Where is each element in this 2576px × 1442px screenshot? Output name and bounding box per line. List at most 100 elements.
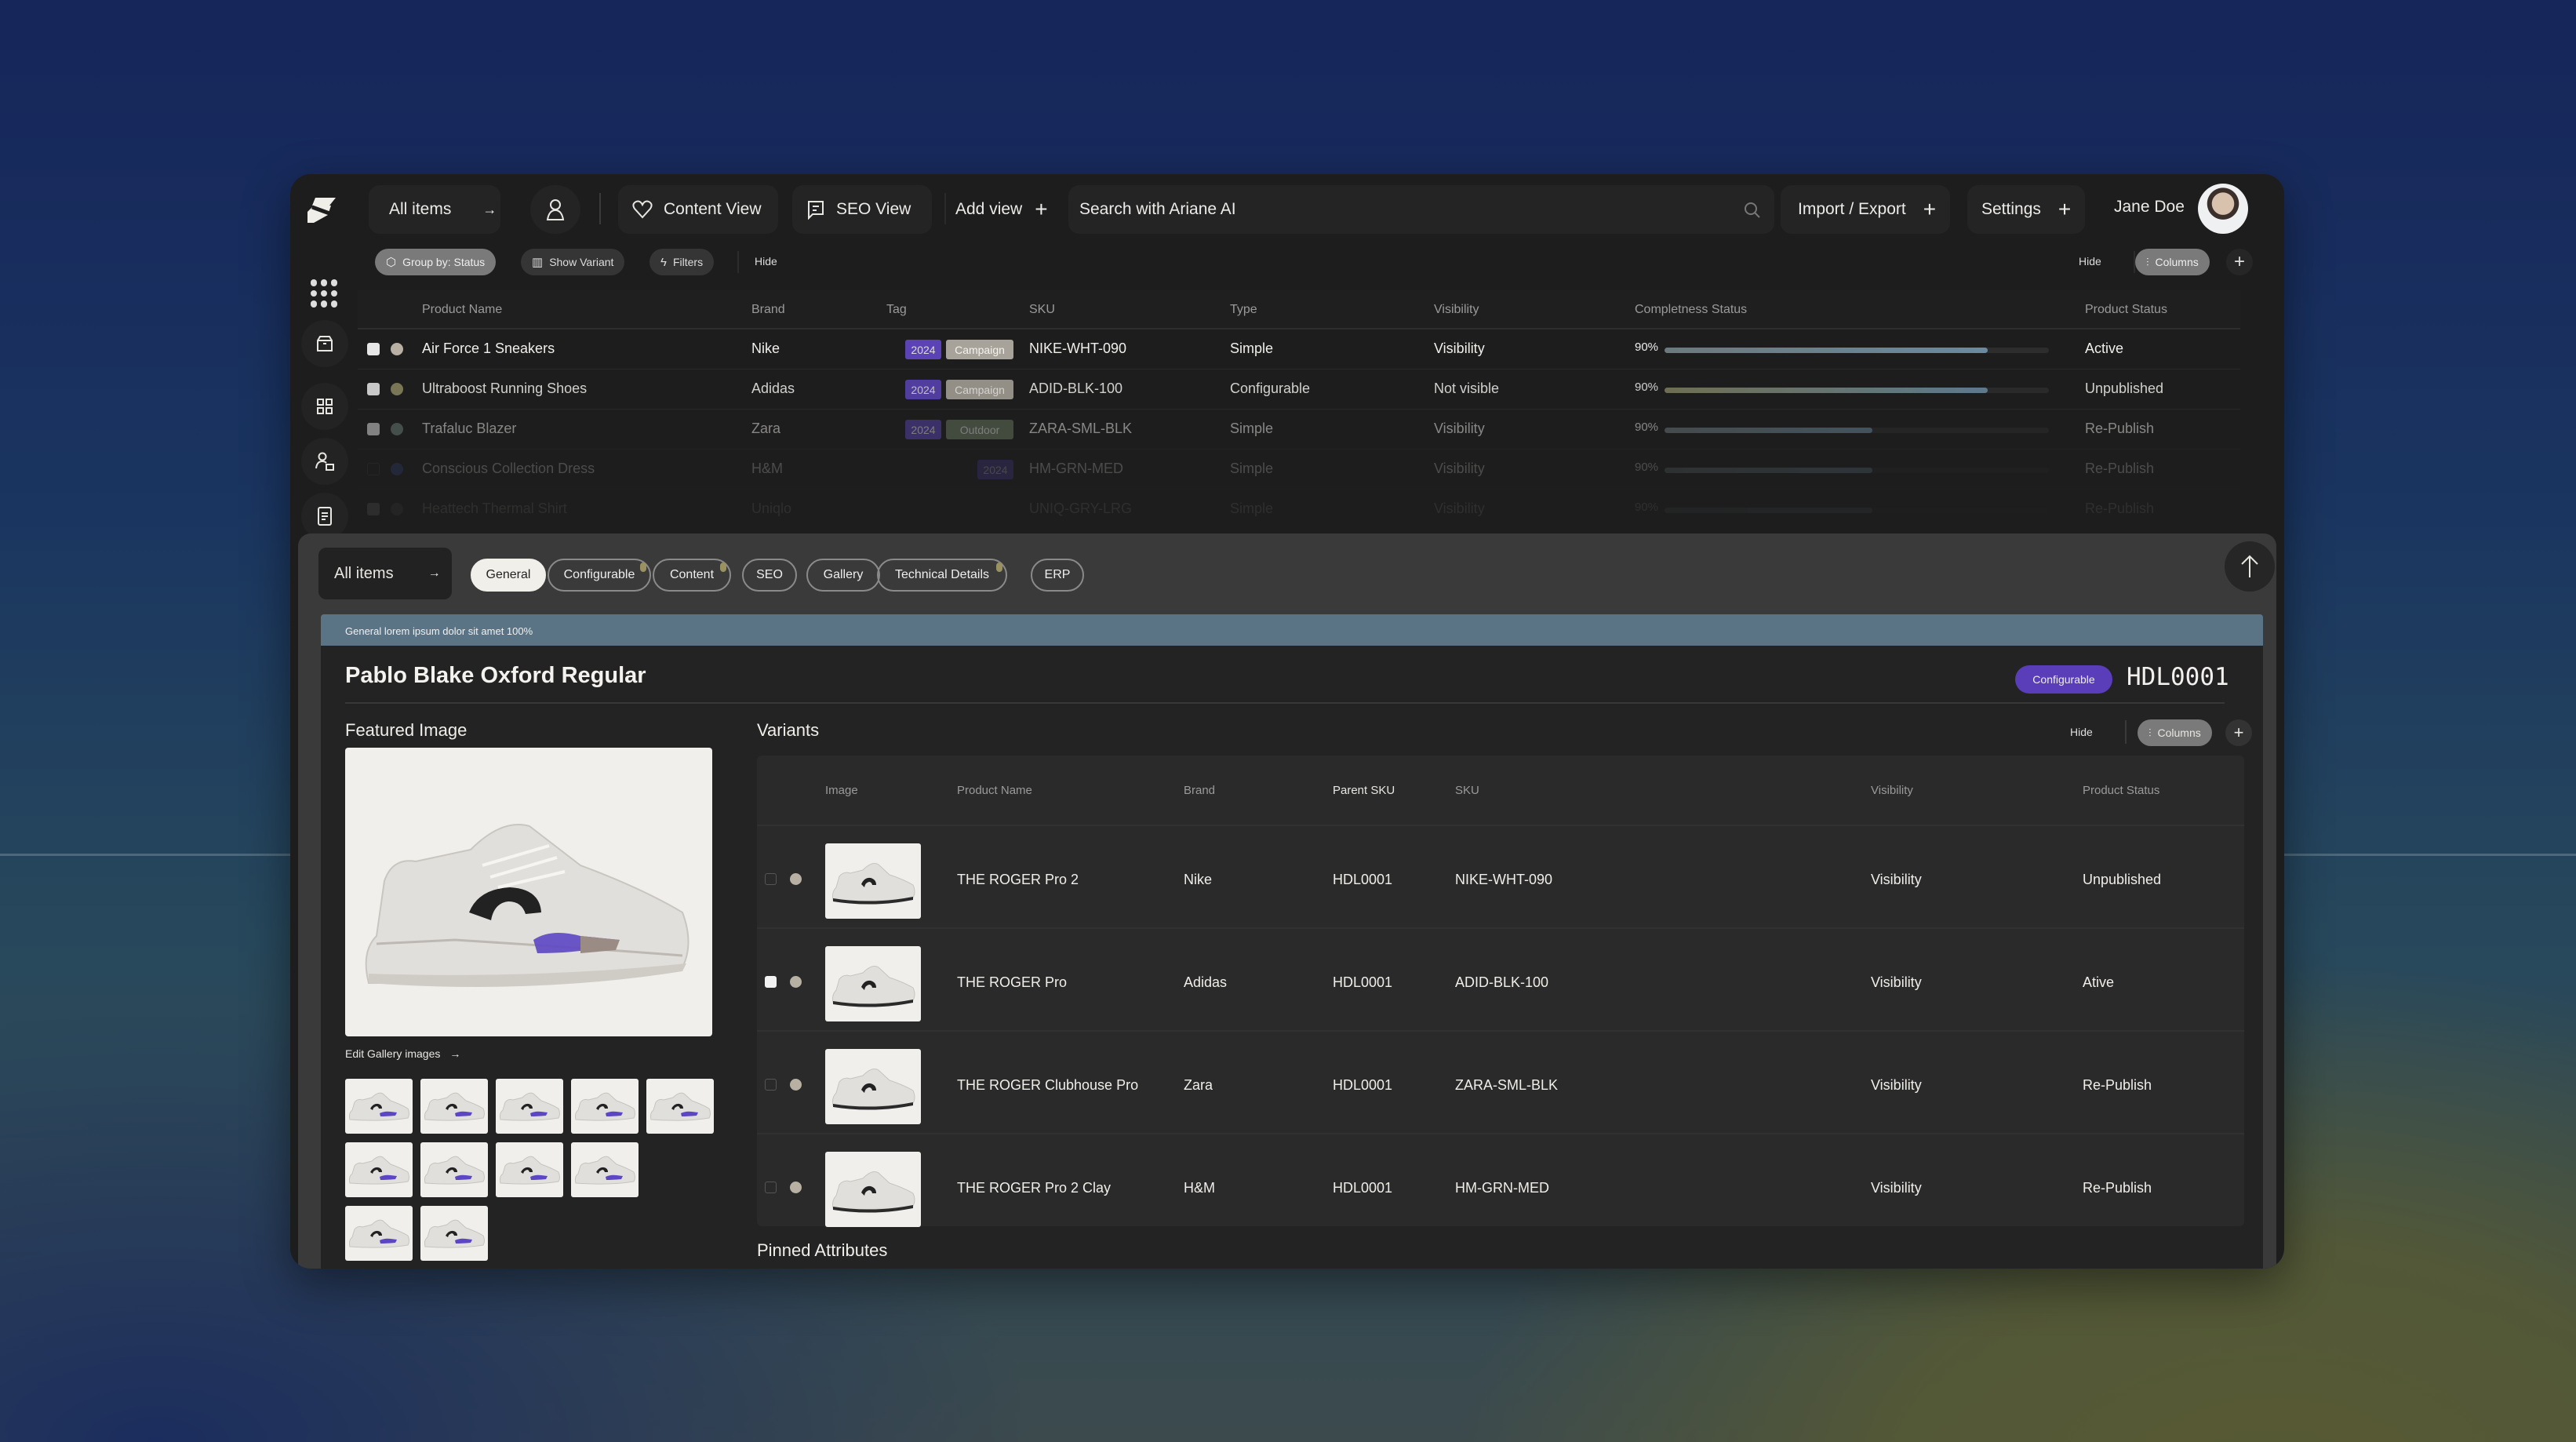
variants-add-button[interactable]: + bbox=[2225, 719, 2252, 746]
variants-hide-button[interactable]: Hide bbox=[2070, 726, 2093, 738]
col-brand[interactable]: Brand bbox=[751, 303, 785, 317]
search-icon[interactable] bbox=[1743, 201, 1762, 220]
variant-image bbox=[832, 863, 915, 905]
vcol-visibility[interactable]: Visibility bbox=[1871, 784, 1913, 797]
col-product-status[interactable]: Product Status bbox=[2085, 303, 2167, 317]
vcol-product-status[interactable]: Product Status bbox=[2083, 784, 2159, 797]
add-view-button[interactable]: Add view + bbox=[948, 185, 1050, 234]
vcol-parent-sku[interactable]: Parent SKU bbox=[1333, 784, 1395, 797]
arrow-right-icon: → bbox=[482, 201, 497, 217]
cell-sku: HM-GRN-MED bbox=[1455, 1180, 1549, 1196]
row-checkbox[interactable] bbox=[367, 343, 380, 355]
variant-row[interactable]: THE ROGER Pro Adidas HDL0001 ADID-BLK-100 Vi… bbox=[757, 927, 2244, 1029]
variant-thumbnail[interactable] bbox=[825, 1152, 921, 1227]
group-by-status-button[interactable]: ⬡ Group by: Status bbox=[375, 249, 497, 275]
table-row[interactable]: Ultraboost Running Shoes Adidas ADID-BLK-1… bbox=[358, 370, 2240, 410]
sidebar-item-dashboard[interactable] bbox=[301, 383, 348, 430]
featured-image[interactable] bbox=[345, 748, 712, 1036]
vcol-sku[interactable]: SKU bbox=[1455, 784, 1479, 797]
row-checkbox[interactable] bbox=[367, 423, 380, 435]
status-dot bbox=[790, 1182, 802, 1193]
gallery-thumbnail[interactable] bbox=[345, 1206, 413, 1261]
gallery-thumbnail[interactable] bbox=[496, 1079, 563, 1134]
tab-erp[interactable]: ERP bbox=[1031, 559, 1084, 592]
vcol-brand[interactable]: Brand bbox=[1184, 784, 1215, 797]
table-row[interactable]: Heattech Thermal Shirt Uniqlo UNIQ-GRY-LRG… bbox=[358, 490, 2240, 530]
col-type[interactable]: Type bbox=[1230, 303, 1257, 317]
tab-gallery[interactable]: Gallery bbox=[806, 559, 880, 592]
gallery-thumbnail[interactable] bbox=[571, 1142, 639, 1197]
vcol-product-name[interactable]: Product Name bbox=[957, 784, 1032, 797]
tab-general[interactable]: General bbox=[471, 559, 546, 592]
gallery-thumbnail[interactable] bbox=[420, 1206, 488, 1261]
cell-product-status: Re-Publish bbox=[2085, 461, 2155, 476]
show-variant-button[interactable]: ▥ Show Variant bbox=[521, 249, 625, 275]
content-view-tab[interactable]: Content View bbox=[618, 185, 778, 234]
settings-button[interactable]: Settings + bbox=[1967, 185, 2085, 234]
tab-technical-details[interactable]: Technical Details bbox=[877, 559, 1007, 592]
tab-indicator bbox=[720, 563, 726, 572]
variant-row[interactable]: THE ROGER Pro 2 Nike HDL0001 NIKE-WHT-090 Vi… bbox=[757, 825, 2244, 927]
gallery-thumbnail[interactable] bbox=[420, 1142, 488, 1197]
variant-thumbnail[interactable] bbox=[825, 1049, 921, 1124]
search-bar[interactable]: Search with Ariane AI bbox=[1068, 185, 1774, 234]
col-visibility[interactable]: Visibility bbox=[1434, 303, 1479, 317]
variants-columns-button[interactable]: ⫶ Columns bbox=[2138, 719, 2212, 746]
cell-product-name: THE ROGER Pro 2 Clay bbox=[957, 1180, 1112, 1196]
row-checkbox[interactable] bbox=[367, 383, 380, 395]
scroll-up-button[interactable] bbox=[2225, 541, 2275, 592]
type-badge: Configurable bbox=[2015, 665, 2112, 694]
variant-thumbnail[interactable] bbox=[825, 843, 921, 919]
sidebar-item-products[interactable] bbox=[301, 320, 348, 367]
row-checkbox[interactable] bbox=[367, 503, 380, 515]
columns-button[interactable]: ⫶ Columns bbox=[2135, 249, 2210, 275]
filters-button[interactable]: ϟ Filters bbox=[649, 249, 715, 275]
seo-view-tab[interactable]: SEO View bbox=[792, 185, 932, 234]
search-input[interactable]: Search with Ariane AI bbox=[1079, 200, 1236, 219]
table-row[interactable]: Air Force 1 Sneakers Nike NIKE-WHT-090 Simp… bbox=[358, 330, 2240, 370]
cell-sku: NIKE-WHT-090 bbox=[1029, 340, 1127, 356]
variant-checkbox[interactable] bbox=[765, 1182, 777, 1193]
row-checkbox[interactable] bbox=[367, 463, 380, 475]
all-items-button[interactable]: All items → bbox=[369, 185, 500, 234]
hide-button[interactable]: Hide bbox=[755, 255, 777, 268]
hide-columns-button[interactable]: Hide bbox=[2079, 255, 2101, 268]
gallery-thumbnail[interactable] bbox=[646, 1079, 714, 1134]
table-row[interactable]: Trafaluc Blazer Zara ZARA-SML-BLK Simple Vis… bbox=[358, 410, 2240, 450]
user-filter-button[interactable] bbox=[530, 185, 580, 234]
app-logo[interactable] bbox=[304, 196, 339, 224]
drawer-all-items-button[interactable]: All items → bbox=[318, 548, 452, 599]
sidebar-item-documents[interactable] bbox=[301, 493, 348, 540]
content-view-label: Content View bbox=[664, 200, 762, 218]
import-export-button[interactable]: Import / Export + bbox=[1781, 185, 1950, 234]
table-row[interactable]: Conscious Collection Dress H&M HM-GRN-MED S… bbox=[358, 450, 2240, 490]
tab-content[interactable]: Content bbox=[653, 559, 731, 592]
vcol-image[interactable]: Image bbox=[825, 784, 858, 797]
gallery-thumbnail[interactable] bbox=[345, 1142, 413, 1197]
variant-thumbnail[interactable] bbox=[825, 946, 921, 1021]
variant-checkbox[interactable] bbox=[765, 1079, 777, 1091]
gallery-thumbnail[interactable] bbox=[345, 1079, 413, 1134]
variant-checkbox[interactable] bbox=[765, 873, 777, 885]
col-sku[interactable]: SKU bbox=[1029, 303, 1055, 317]
gallery-thumbnail[interactable] bbox=[496, 1142, 563, 1197]
user-avatar[interactable] bbox=[2198, 184, 2248, 234]
edit-gallery-link[interactable]: Edit Gallery images → bbox=[345, 1047, 460, 1060]
variant-row[interactable]: THE ROGER Clubhouse Pro Zara HDL0001 ZARA-S… bbox=[757, 1030, 2244, 1132]
add-column-button[interactable]: + bbox=[2226, 249, 2253, 275]
col-tag[interactable]: Tag bbox=[886, 303, 907, 317]
gallery-thumbnail[interactable] bbox=[571, 1079, 639, 1134]
variant-row[interactable]: THE ROGER Pro 2 Clay H&M HDL0001 HM-GRN-MED… bbox=[757, 1133, 2244, 1235]
grid-dots-icon[interactable] bbox=[311, 279, 339, 308]
gallery-thumbnail[interactable] bbox=[420, 1079, 488, 1134]
edit-gallery-label: Edit Gallery images bbox=[345, 1047, 441, 1060]
col-product-name[interactable]: Product Name bbox=[422, 303, 502, 317]
variant-checkbox[interactable] bbox=[765, 976, 777, 988]
status-dot bbox=[391, 383, 403, 395]
completion-banner: General lorem ipsum dolor sit amet 100% bbox=[321, 614, 2263, 646]
sidebar-item-customers[interactable] bbox=[301, 438, 348, 485]
col-completeness[interactable]: Completness Status bbox=[1635, 303, 1747, 317]
table-header: Product Name Brand Tag SKU Type Visibili… bbox=[358, 290, 2240, 330]
tab-configurable[interactable]: Configurable bbox=[548, 559, 651, 592]
tab-seo[interactable]: SEO bbox=[742, 559, 797, 592]
